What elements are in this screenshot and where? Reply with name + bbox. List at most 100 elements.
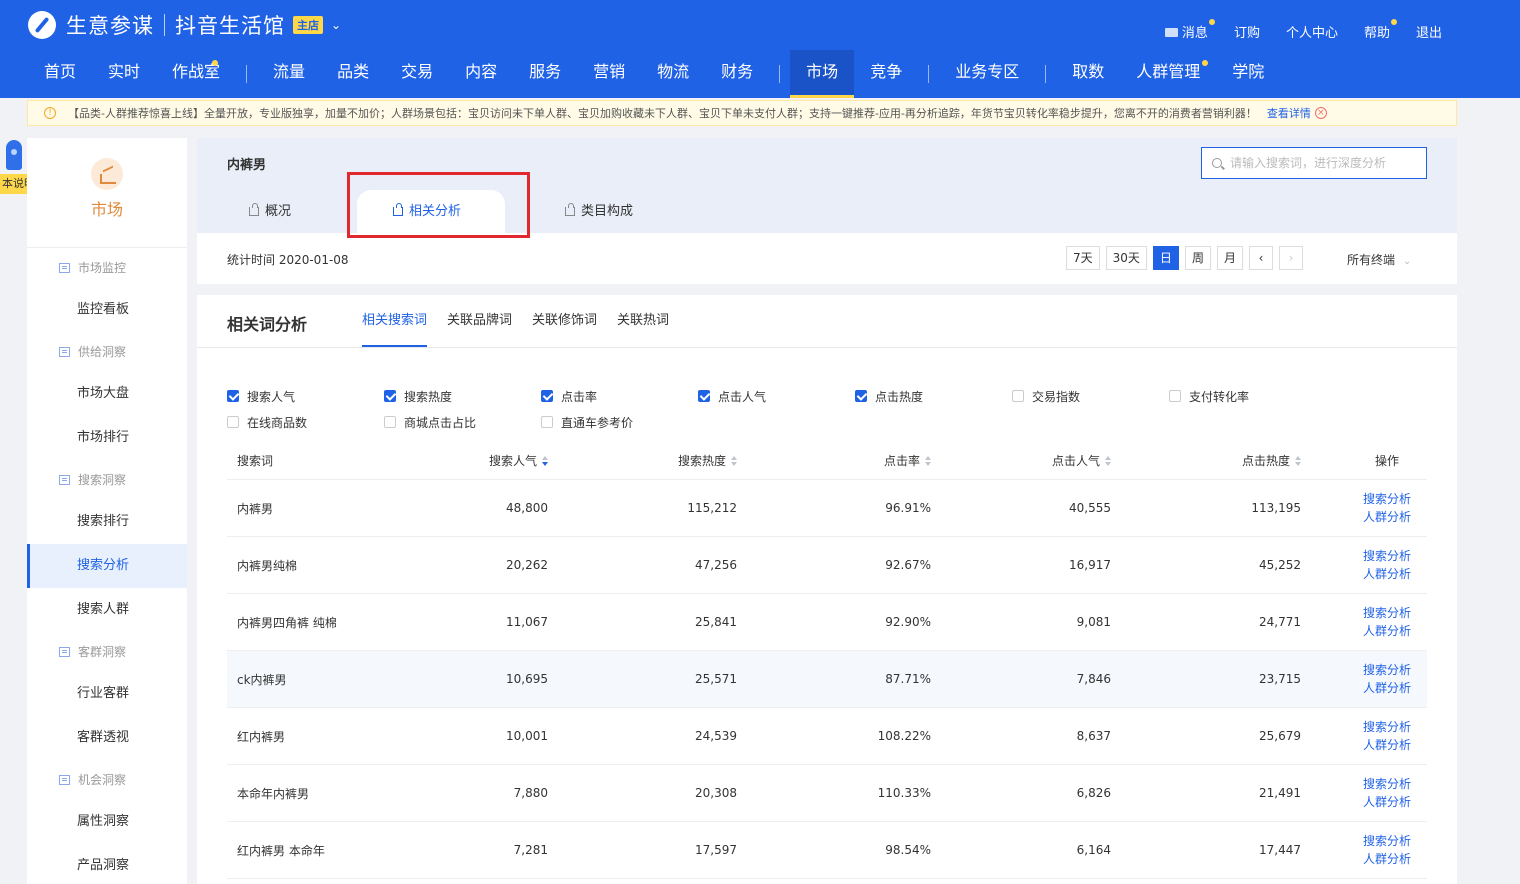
nav-realtime[interactable]: 实时 — [92, 50, 156, 98]
column-header-click-popularity[interactable]: 点击人气 — [931, 452, 1111, 469]
subscribe-link[interactable]: 订购 — [1234, 22, 1260, 41]
profile-link[interactable]: 个人中心 — [1286, 22, 1338, 41]
sidebar-item-industry-customers[interactable]: 行业客群 — [27, 672, 187, 716]
nav-finance[interactable]: 财务 — [705, 50, 769, 98]
checkbox-unchecked[interactable] — [384, 416, 396, 428]
column-header-search-heat[interactable]: 搜索热度 — [548, 452, 737, 469]
search-analysis-link[interactable]: 搜索分析 — [1363, 604, 1427, 622]
range-7-days-button[interactable]: 7天 — [1066, 246, 1100, 270]
search-analysis-link[interactable]: 搜索分析 — [1363, 661, 1427, 679]
crowd-analysis-link[interactable]: 人群分析 — [1363, 793, 1427, 811]
checkbox-ztc-reference-price[interactable]: 直通车参考价 — [541, 409, 698, 435]
keyword-search-box[interactable] — [1201, 147, 1427, 179]
checkbox-search-heat[interactable]: 搜索热度 — [384, 383, 541, 409]
sort-icon[interactable] — [1105, 456, 1111, 466]
crowd-analysis-link[interactable]: 人群分析 — [1363, 850, 1427, 868]
analysis-header: 相关词分析 相关搜索词 关联品牌词 关联修饰词 关联热词 — [197, 295, 1457, 348]
crowd-analysis-link[interactable]: 人群分析 — [1363, 679, 1427, 697]
checkbox-pay-conversion[interactable]: 支付转化率 — [1169, 383, 1326, 409]
checkbox-unchecked[interactable] — [541, 416, 553, 428]
range-week-button[interactable]: 周 — [1184, 246, 1211, 270]
checkbox-click-heat[interactable]: 点击热度 — [855, 383, 1012, 409]
checkbox-unchecked[interactable] — [1169, 390, 1181, 402]
sidebar-item-market-ranking[interactable]: 市场排行 — [27, 416, 187, 460]
prev-date-chevron-left-icon[interactable]: ‹ — [1248, 246, 1273, 270]
notice-details-link[interactable]: 查看详情 — [1267, 105, 1311, 121]
nav-trade[interactable]: 交易 — [385, 50, 449, 98]
checkbox-checked[interactable] — [541, 390, 553, 402]
terminal-select[interactable]: 所有终端 ⌄ — [1347, 251, 1411, 268]
nav-content[interactable]: 内容 — [449, 50, 513, 98]
logout-link[interactable]: 退出 — [1416, 22, 1442, 41]
nav-marketing[interactable]: 营销 — [577, 50, 641, 98]
nav-competition[interactable]: 竞争 — [854, 50, 918, 98]
sort-icon[interactable] — [925, 456, 931, 466]
nav-service[interactable]: 服务 — [513, 50, 577, 98]
column-header-click-rate[interactable]: 点击率 — [737, 452, 931, 469]
messages-link[interactable]: 消息 — [1164, 19, 1215, 41]
sidebar-item-search-ranking[interactable]: 搜索排行 — [27, 500, 187, 544]
checkbox-checked[interactable] — [855, 390, 867, 402]
checkbox-unchecked[interactable] — [227, 416, 239, 428]
checkbox-search-popularity[interactable]: 搜索人气 — [227, 383, 384, 409]
nav-crowd-management[interactable]: 人群管理 — [1120, 50, 1216, 98]
search-analysis-link[interactable]: 搜索分析 — [1363, 490, 1427, 508]
sidebar-item-product-insight[interactable]: 产品洞察 — [27, 844, 187, 884]
sort-icon[interactable] — [1295, 456, 1301, 466]
nav-home[interactable]: 首页 — [28, 50, 92, 98]
column-header-click-heat[interactable]: 点击热度 — [1111, 452, 1301, 469]
logo[interactable]: 生意参谋 抖音生活馆 主店 ⌄ — [28, 10, 341, 40]
sidebar-item-customer-perspective[interactable]: 客群透视 — [27, 716, 187, 760]
checkbox-checked[interactable] — [698, 390, 710, 402]
metric-checkboxes: 搜索人气 搜索热度 点击率 点击人气 点击热度 交易指数 支付转化率 在线商品数… — [227, 383, 1427, 435]
checkbox-click-rate[interactable]: 点击率 — [541, 383, 698, 409]
search-analysis-link[interactable]: 搜索分析 — [1363, 547, 1427, 565]
crowd-analysis-link[interactable]: 人群分析 — [1363, 565, 1427, 583]
nav-logistics[interactable]: 物流 — [641, 50, 705, 98]
nav-war-room[interactable]: 作战室 — [156, 50, 236, 98]
nav-divider — [246, 65, 248, 83]
subtab-related-modifier-words[interactable]: 关联修饰词 — [532, 295, 597, 347]
search-analysis-link[interactable]: 搜索分析 — [1363, 718, 1427, 736]
checkbox-checked[interactable] — [227, 390, 239, 402]
tab-overview[interactable]: 概况 — [227, 190, 357, 233]
nav-category[interactable]: 品类 — [321, 50, 385, 98]
help-link[interactable]: 帮助 — [1364, 19, 1397, 41]
nav-traffic[interactable]: 流量 — [257, 50, 321, 98]
sidebar-item-attribute-insight[interactable]: 属性洞察 — [27, 800, 187, 844]
nav-data-fetch[interactable]: 取数 — [1056, 50, 1120, 98]
nav-market[interactable]: 市场 — [790, 50, 855, 98]
subtab-related-search-words[interactable]: 相关搜索词 — [362, 295, 428, 347]
checkbox-checked[interactable] — [384, 390, 396, 402]
keyword-search-input[interactable] — [1230, 156, 1420, 170]
checkbox-trade-index[interactable]: 交易指数 — [1012, 383, 1169, 409]
sidebar-item-search-analysis[interactable]: 搜索分析 — [27, 544, 187, 588]
checkbox-online-products[interactable]: 在线商品数 — [227, 409, 384, 435]
checkbox-click-popularity[interactable]: 点击人气 — [698, 383, 855, 409]
crowd-analysis-link[interactable]: 人群分析 — [1363, 622, 1427, 640]
crowd-analysis-link[interactable]: 人群分析 — [1363, 508, 1427, 526]
search-analysis-link[interactable]: 搜索分析 — [1363, 775, 1427, 793]
next-date-chevron-right-icon[interactable]: › — [1278, 246, 1303, 270]
subtab-related-brand-words[interactable]: 关联品牌词 — [447, 295, 512, 347]
sidebar-item-market-overview[interactable]: 市场大盘 — [27, 372, 187, 416]
sort-desc-icon[interactable] — [542, 456, 548, 466]
search-analysis-link[interactable]: 搜索分析 — [1363, 832, 1427, 850]
sort-icon[interactable] — [731, 456, 737, 466]
top-links: 消息 订购 个人中心 帮助 退出 — [1164, 19, 1442, 41]
range-30-days-button[interactable]: 30天 — [1105, 246, 1147, 270]
shop-switch-chevron-down-icon[interactable]: ⌄ — [331, 18, 341, 32]
nav-business-zone[interactable]: 业务专区 — [939, 50, 1035, 98]
cell-search-popularity: 7,880 — [513, 786, 548, 800]
sidebar-item-monitor-board[interactable]: 监控看板 — [27, 288, 187, 332]
column-header-search-popularity[interactable]: 搜索人气 — [427, 452, 548, 469]
close-icon[interactable]: × — [1314, 107, 1327, 119]
range-day-button[interactable]: 日 — [1152, 246, 1179, 270]
crowd-analysis-link[interactable]: 人群分析 — [1363, 736, 1427, 754]
checkbox-unchecked[interactable] — [1012, 390, 1024, 402]
sidebar-item-search-crowd[interactable]: 搜索人群 — [27, 588, 187, 632]
subtab-related-hot-words[interactable]: 关联热词 — [617, 295, 669, 347]
checkbox-mall-click-ratio[interactable]: 商城点击占比 — [384, 409, 541, 435]
nav-academy[interactable]: 学院 — [1216, 50, 1280, 98]
range-month-button[interactable]: 月 — [1216, 246, 1243, 270]
